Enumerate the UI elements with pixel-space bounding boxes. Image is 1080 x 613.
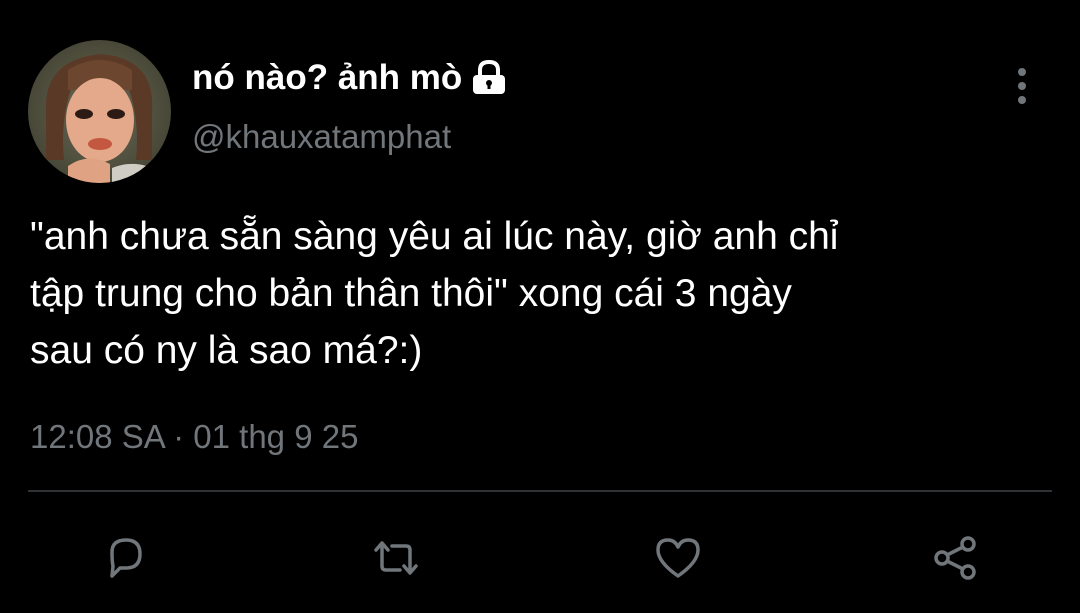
user-handle[interactable]: @khauxatamphat xyxy=(192,118,451,156)
divider xyxy=(28,490,1052,492)
reply-icon[interactable] xyxy=(98,530,154,586)
display-name-text: nó nào? ảnh mò xyxy=(192,58,463,97)
share-icon[interactable] xyxy=(928,530,984,586)
tweet-text-line: tập trung cho bản thân thôi" xong cái 3 … xyxy=(30,272,792,315)
lock-icon xyxy=(470,59,508,97)
heart-icon[interactable] xyxy=(650,530,706,586)
more-vertical-icon[interactable] xyxy=(1006,66,1038,106)
avatar-image xyxy=(28,40,171,183)
tweet-timestamp[interactable]: 12:08 SA · 01 thg 9 25 xyxy=(30,418,358,456)
tweet-text-line: sau có ny là sao má?:) xyxy=(30,329,423,372)
retweet-icon[interactable] xyxy=(368,530,424,586)
tweet-text: "anh chưa sẵn sàng yêu ai lúc này, giờ a… xyxy=(30,208,1060,379)
avatar[interactable] xyxy=(28,40,171,183)
tweet-text-line: "anh chưa sẵn sàng yêu ai lúc này, giờ a… xyxy=(30,215,839,258)
display-name[interactable]: nó nào? ảnh mò xyxy=(192,58,508,98)
